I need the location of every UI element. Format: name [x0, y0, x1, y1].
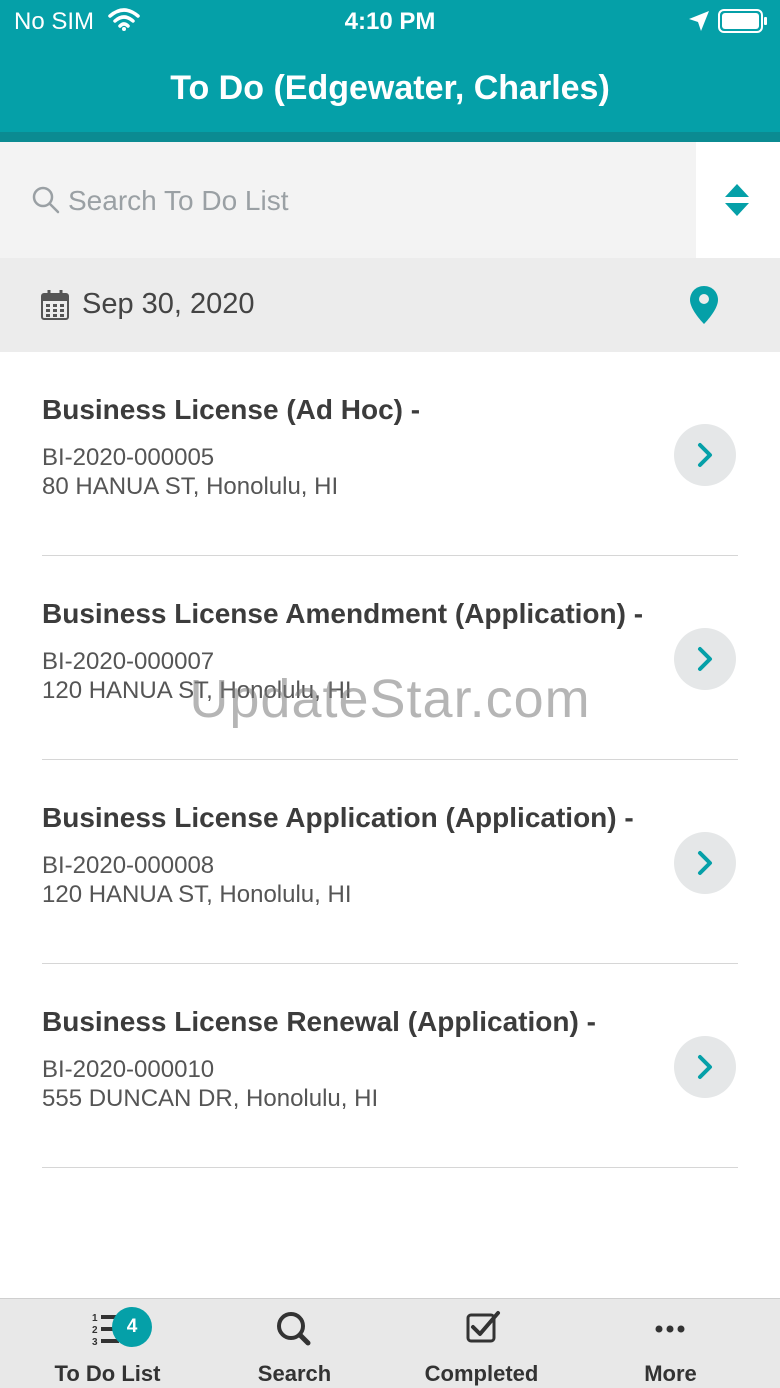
item-address: 120 HANUA ST, Honolulu, HI — [42, 677, 352, 704]
item-record-id: BI-2020-000007 — [42, 648, 215, 675]
tab-to-do-list[interactable]: 1 2 3 4 To Do List — [10, 1299, 205, 1388]
list-item[interactable]: Business License Application (Applicatio… — [0, 760, 780, 964]
item-detail-button[interactable] — [674, 832, 736, 894]
divider — [42, 1167, 738, 1168]
tab-completed[interactable]: Completed — [384, 1299, 579, 1388]
item-title: Business License Amendment (Application)… — [42, 598, 644, 629]
more-dots-icon — [573, 1309, 768, 1349]
list-item[interactable]: Business License Renewal (Application) -… — [0, 964, 780, 1168]
svg-text:3: 3 — [92, 1337, 98, 1348]
search-row — [0, 142, 780, 258]
tab-label: Search — [257, 1361, 332, 1386]
item-record-id: BI-2020-000005 — [42, 444, 215, 471]
item-detail-button[interactable] — [674, 628, 736, 690]
section-date: Sep 30, 2020 — [82, 288, 255, 320]
tab-label: To Do List — [54, 1361, 161, 1386]
navigation-bar: To Do (Edgewater, Charles) — [0, 44, 780, 142]
item-record-id: BI-2020-000008 — [42, 852, 215, 879]
tab-search[interactable]: Search — [197, 1299, 392, 1388]
list-item[interactable]: Business License Amendment (Application)… — [0, 556, 780, 760]
location-arrow-icon — [688, 10, 710, 37]
calendar-icon — [41, 290, 69, 325]
chevron-right-icon — [698, 443, 712, 467]
list-item[interactable]: Business License (Ad Hoc) - BI-2020-0000… — [0, 352, 780, 556]
sort-button[interactable] — [696, 142, 780, 258]
svg-text:1: 1 — [92, 1313, 98, 1324]
item-address: 555 DUNCAN DR, Honolulu, HI — [42, 1085, 379, 1112]
tab-more[interactable]: More — [573, 1299, 768, 1388]
todo-list: Business License (Ad Hoc) - BI-2020-0000… — [0, 352, 780, 1168]
search-icon — [197, 1309, 392, 1349]
status-bar: No SIM 4:10 PM — [0, 0, 780, 44]
date-section-header: Sep 30, 2020 — [0, 258, 780, 352]
item-detail-button[interactable] — [674, 424, 736, 486]
search-icon — [32, 186, 60, 219]
item-detail-button[interactable] — [674, 1036, 736, 1098]
search-box[interactable] — [0, 142, 696, 258]
chevron-right-icon — [698, 647, 712, 671]
page-title: To Do (Edgewater, Charles) — [170, 69, 610, 107]
status-time: 4:10 PM — [344, 8, 436, 35]
tab-label: More — [644, 1361, 697, 1386]
tab-label: Completed — [424, 1361, 539, 1386]
numbered-list-icon: 1 2 3 — [10, 1309, 205, 1349]
map-pin-icon — [690, 286, 718, 324]
checkbox-icon — [384, 1309, 579, 1349]
search-input[interactable] — [66, 172, 670, 230]
item-address: 80 HANUA ST, Honolulu, HI — [42, 473, 339, 500]
sort-arrows-icon — [725, 184, 749, 216]
item-address: 120 HANUA ST, Honolulu, HI — [42, 881, 352, 908]
item-record-id: BI-2020-000010 — [42, 1056, 215, 1083]
item-title: Business License (Ad Hoc) - — [42, 394, 421, 425]
item-title: Business License Renewal (Application) - — [42, 1006, 596, 1037]
chevron-right-icon — [698, 1055, 712, 1079]
svg-text:2: 2 — [92, 1325, 98, 1336]
to-do-count-badge: 4 — [112, 1307, 152, 1347]
battery-icon — [718, 9, 768, 38]
chevron-right-icon — [698, 851, 712, 875]
item-title: Business License Application (Applicatio… — [42, 802, 634, 833]
tab-bar: 1 2 3 4 To Do List Search Completed More — [0, 1298, 780, 1388]
map-pin-button[interactable] — [690, 286, 718, 324]
